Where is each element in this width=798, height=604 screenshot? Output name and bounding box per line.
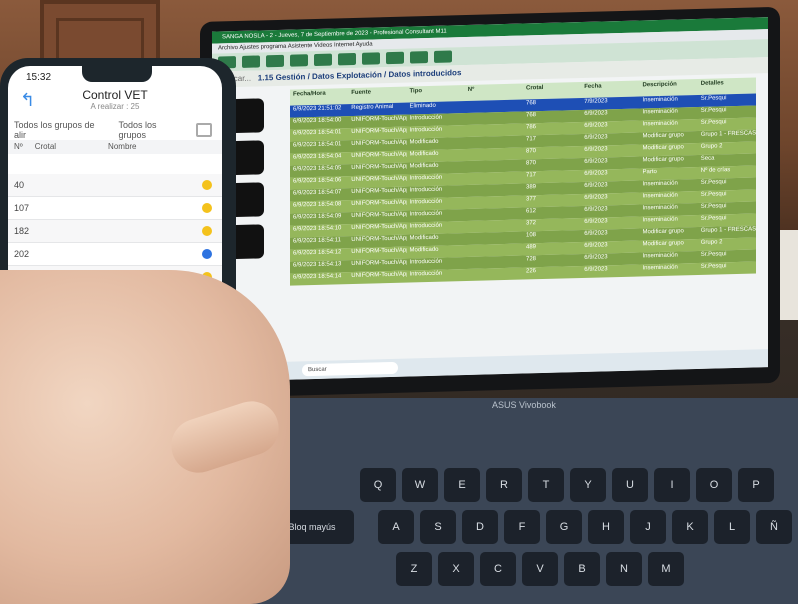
filter-left[interactable]: Todos los grupos de alir	[14, 120, 108, 140]
toolbar-icon[interactable]	[314, 53, 332, 67]
keyboard-key[interactable]: P	[738, 468, 774, 502]
filters: Todos los grupos de alir Todos los grupo…	[8, 120, 222, 140]
status-dot-icon	[202, 249, 212, 259]
status-dot-icon	[202, 203, 212, 213]
header-fecha[interactable]: Fecha/Hora	[290, 88, 348, 106]
toolbar-icon[interactable]	[242, 55, 260, 68]
header-tipo[interactable]: Tipo	[407, 85, 465, 103]
keyboard-key[interactable]: Z	[396, 552, 432, 586]
brand-label: ASUS Vivobook	[492, 400, 556, 410]
keyboard-key[interactable]: E	[444, 468, 480, 502]
keyboard-key[interactable]: C	[480, 552, 516, 586]
filter-icon[interactable]	[196, 123, 212, 137]
animal-number: 40	[14, 180, 25, 190]
page-title: 1.15 Gestión / Datos Explotación / Datos…	[257, 68, 462, 83]
animal-number: 107	[14, 203, 30, 213]
list-columns: Nº Crotal Nombre	[8, 140, 222, 154]
toolbar-icon[interactable]	[290, 54, 308, 67]
keyboard-key[interactable]: I	[654, 468, 690, 502]
animal-number: 202	[14, 249, 30, 259]
column-crotal: Crotal	[34, 142, 57, 151]
keyboard-key[interactable]: D	[462, 510, 498, 544]
keyboard-key[interactable]: A	[378, 510, 414, 544]
keyboard-key[interactable]: J	[630, 510, 666, 544]
windows-taskbar: Buscar	[212, 349, 768, 382]
table-cell: 6/9/2023 18:54:14	[293, 273, 342, 281]
toolbar-icon[interactable]	[338, 52, 356, 66]
toolbar-icon[interactable]	[410, 51, 428, 64]
keyboard-key[interactable]: T	[528, 468, 564, 502]
keyboard-key[interactable]: K	[672, 510, 708, 544]
keyboard-key[interactable]: S	[420, 510, 456, 544]
table-cell	[465, 268, 523, 282]
phone-notch	[82, 66, 152, 82]
header-descripcion[interactable]: Descripción	[640, 79, 698, 97]
keyboard-key[interactable]: M	[648, 552, 684, 586]
entries-grid: Fecha/Hora Fuente Tipo Nº Crotal Fecha D…	[290, 77, 756, 319]
keyboard-key[interactable]: Ñ	[756, 510, 792, 544]
laptop-screen: SANGA NOSLA - 2 - Jueves, 7 de Septiembr…	[200, 6, 780, 399]
keyboard-key[interactable]: W	[402, 468, 438, 502]
grid-rows: 6/9/2023 21:51:02 Registro Animal Eliminad…	[290, 93, 756, 286]
header-nr[interactable]: Nº	[465, 84, 523, 102]
list-item[interactable]: 202	[8, 243, 222, 266]
keyboard-key[interactable]: B	[564, 552, 600, 586]
laptop-display: SANGA NOSLA - 2 - Jueves, 7 de Septiembr…	[212, 17, 768, 382]
toolbar-icon[interactable]	[386, 51, 404, 65]
keyboard-key[interactable]: G	[546, 510, 582, 544]
app-title: Control VET	[82, 88, 148, 102]
taskbar-search[interactable]: Buscar	[302, 361, 398, 377]
toolbar-icon[interactable]	[266, 54, 284, 68]
toolbar-icon[interactable]	[434, 50, 452, 63]
laptop-base: ASUS Vivobook QWERTYUIOP ASDFGHJKLÑ ZXCVBN…	[230, 398, 798, 604]
list-item[interactable]: 107	[8, 197, 222, 220]
animal-number: 182	[14, 226, 30, 236]
table-cell: Introducción	[409, 270, 443, 278]
table-cell: Sr.Pesqui	[700, 263, 727, 270]
column-nombre: Nombre	[108, 142, 137, 151]
toolbar-icon[interactable]	[362, 52, 380, 65]
keyboard-key[interactable]: V	[522, 552, 558, 586]
app-subtitle: A realizar : 25	[90, 102, 140, 111]
column-nr: Nº	[14, 142, 23, 151]
list-item[interactable]: 182	[8, 220, 222, 243]
keyboard-key[interactable]: L	[714, 510, 750, 544]
back-arrow-icon[interactable]: ↰	[20, 90, 35, 111]
app-header: ↰ Control VET A realizar : 25	[8, 88, 222, 120]
header-detalles[interactable]: Detalles	[698, 77, 756, 95]
status-dot-icon	[202, 226, 212, 236]
status-dot-icon	[202, 180, 212, 190]
keyboard-key[interactable]: O	[696, 468, 732, 502]
keyboard: Q W E R T Y U I O P A S D F G H J K L Ñ Z X C V B N M Bloq mayús	[270, 418, 792, 604]
keyboard-key[interactable]: Q	[360, 468, 396, 502]
header-fuente[interactable]: Fuente	[348, 87, 406, 105]
table-cell: UNIFORM-Touch/App	[351, 271, 407, 280]
keyboard-key[interactable]: R	[486, 468, 522, 502]
keyboard-key[interactable]: F	[504, 510, 540, 544]
header-crotal[interactable]: Crotal	[523, 82, 581, 100]
keyboard-key[interactable]: Y	[570, 468, 606, 502]
list-item[interactable]: 40	[8, 174, 222, 197]
keyboard-key[interactable]: X	[438, 552, 474, 586]
table-cell: Inseminación	[642, 264, 678, 272]
table-cell: 6/9/2023	[584, 266, 608, 273]
keyboard-key[interactable]: N	[606, 552, 642, 586]
keyboard-key[interactable]: U	[612, 468, 648, 502]
table-cell: 226	[526, 268, 537, 275]
header-fecha2[interactable]: Fecha	[581, 80, 639, 98]
filter-right[interactable]: Todos los grupos	[118, 120, 186, 140]
keyboard-key[interactable]: H	[588, 510, 624, 544]
